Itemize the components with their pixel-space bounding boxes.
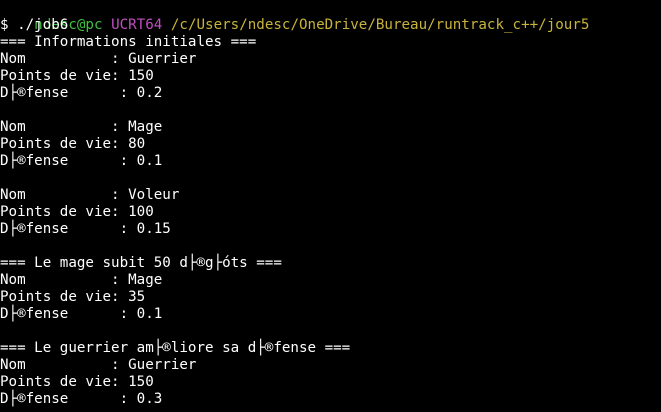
output-line: Nom : Voleur — [0, 187, 180, 203]
output-line: Nom : Mage — [0, 119, 163, 135]
section-header: === Informations initiales === — [0, 34, 257, 50]
output-line: Nom : Guerrier — [0, 357, 197, 373]
output-line: D├®fense : 0.3 — [0, 391, 163, 407]
output-line: Points de vie: 150 — [0, 374, 154, 390]
output-line: D├®fense : 0.2 — [0, 85, 163, 101]
prompt-line: ndesc@pc UCRT64 /c/Users/ndesc/OneDrive/… — [0, 0, 661, 33]
prompt-shell: UCRT64 — [111, 17, 163, 33]
output-line: Points de vie: 80 — [0, 136, 146, 152]
output-line: D├®fense : 0.15 — [0, 221, 171, 237]
prompt-path: /c/Users/ndesc/OneDrive/Bureau/runtrack_… — [170, 17, 590, 33]
section-header: === Le mage subit 50 d├®g├óts === — [0, 255, 282, 271]
output-line: D├®fense : 0.1 — [0, 153, 163, 169]
output-line: Points de vie: 100 — [0, 204, 154, 220]
output-line: Nom : Guerrier — [0, 51, 197, 67]
terminal-window[interactable]: ndesc@pc UCRT64 /c/Users/ndesc/OneDrive/… — [0, 0, 661, 412]
output-line: Points de vie: 35 — [0, 289, 146, 305]
output-line: Nom : Mage — [0, 272, 163, 288]
output-line: D├®fense : 0.1 — [0, 306, 163, 322]
output-line: Points de vie: 150 — [0, 68, 154, 84]
section-header: === Le guerrier am├®liore sa d├®fense ==… — [0, 340, 351, 356]
